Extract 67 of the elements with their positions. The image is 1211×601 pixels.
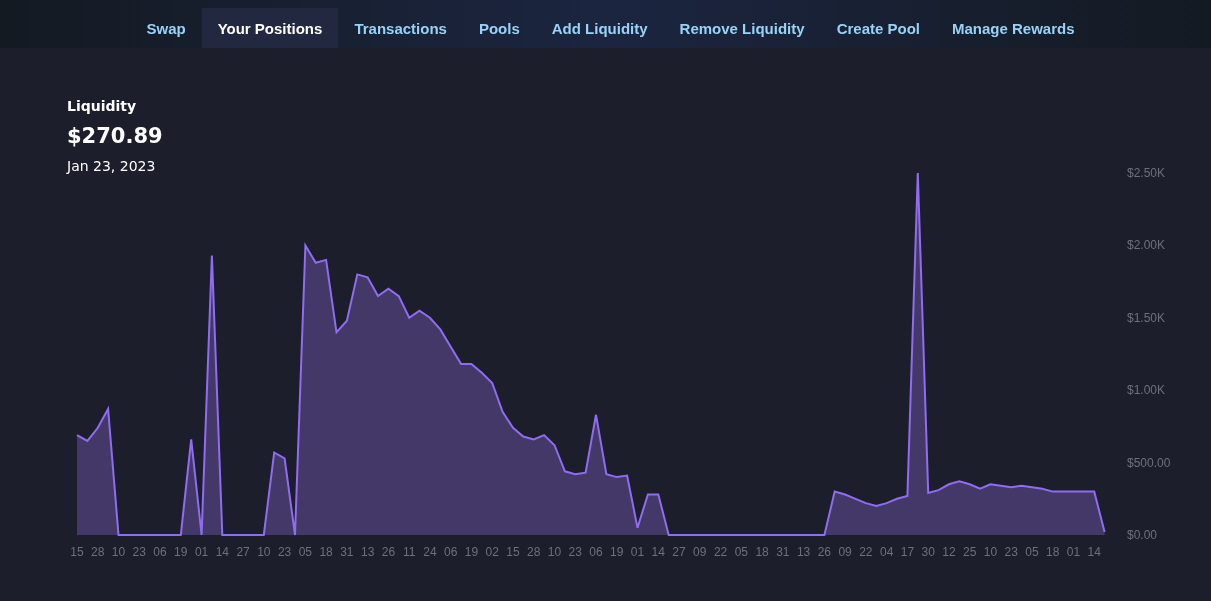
x-axis-label: 05: [734, 545, 748, 559]
x-axis-label: 17: [900, 545, 915, 559]
x-axis-label: 18: [319, 545, 333, 559]
x-axis-label: 04: [879, 545, 894, 559]
liquidity-value: $270.89: [67, 124, 163, 148]
x-axis-label: 11: [402, 545, 416, 559]
y-axis-label: $2.00K: [1127, 238, 1166, 253]
x-axis-label: 14: [651, 545, 665, 559]
x-axis-label: 23: [568, 545, 582, 559]
x-axis-label: 19: [610, 545, 624, 559]
x-axis-label: 06: [589, 545, 603, 559]
x-axis-label: 19: [464, 545, 479, 559]
x-axis-label: 05: [298, 545, 313, 559]
x-axis-label: 27: [672, 545, 686, 559]
x-axis-label: 14: [1087, 545, 1101, 559]
x-axis-label: 26: [381, 545, 396, 559]
x-axis-label: 23: [132, 545, 146, 559]
x-axis-label: 01: [630, 545, 645, 559]
x-axis-label: 13: [360, 545, 375, 559]
nav-tab[interactable]: Manage Rewards: [936, 8, 1091, 48]
x-axis-label: 09: [838, 545, 852, 559]
y-axis-label: $0.00: [1127, 528, 1158, 542]
x-axis-label: 27: [236, 545, 250, 559]
x-axis-label: 15: [70, 545, 84, 559]
x-axis-label: 18: [755, 545, 769, 559]
x-axis-label: 19: [174, 545, 188, 559]
x-axis-label: 14: [215, 545, 229, 559]
x-axis-label: 25: [963, 545, 977, 559]
x-axis-label: 10: [111, 545, 126, 559]
y-axis-label: $2.50K: [1127, 166, 1166, 180]
x-axis-label: 26: [817, 545, 832, 559]
x-axis-label: 01: [194, 545, 209, 559]
x-axis-label: 06: [444, 545, 458, 559]
liquidity-label: Liquidity: [67, 98, 138, 114]
x-axis-label: 10: [257, 545, 271, 559]
liquidity-date: Jan 23, 2023: [67, 158, 157, 174]
x-axis-label: 23: [277, 545, 292, 559]
x-axis-label: 12: [942, 545, 956, 559]
x-axis-label: 18: [1046, 545, 1060, 559]
x-axis-label: 31: [340, 545, 354, 559]
nav-tab[interactable]: Swap: [130, 8, 202, 48]
x-axis-label: 22: [713, 545, 728, 559]
x-axis-label: 23: [1004, 545, 1018, 559]
x-axis-label: 02: [485, 545, 499, 559]
nav-tab[interactable]: Your Positions: [201, 8, 339, 48]
x-axis-label: 22: [859, 545, 873, 559]
nav-tab[interactable]: Remove Liquidity: [663, 8, 821, 48]
x-axis-label: 28: [91, 545, 105, 559]
x-axis-label: 31: [776, 545, 790, 559]
x-axis-label: 05: [1025, 545, 1039, 559]
x-axis-label: 09: [693, 545, 707, 559]
x-axis-label: 24: [423, 545, 437, 559]
nav-tab[interactable]: Pools: [462, 8, 536, 48]
nav-tab[interactable]: Create Pool: [820, 8, 936, 48]
x-axis-label: 10: [983, 545, 998, 559]
y-axis-label: $1.00K: [1127, 383, 1166, 398]
x-axis-label: 06: [153, 545, 167, 559]
x-axis-label: 15: [506, 545, 520, 559]
y-axis-label: $1.50K: [1127, 310, 1166, 325]
nav-tab[interactable]: Add Liquidity: [535, 8, 664, 48]
x-axis-label: 28: [527, 545, 541, 559]
x-axis-label: 10: [547, 545, 562, 559]
nav-tab[interactable]: Transactions: [338, 8, 463, 48]
x-axis-label: 01: [1066, 545, 1081, 559]
y-axis-label: $500.00: [1127, 455, 1171, 470]
x-axis-label: 30: [921, 545, 935, 559]
x-axis-label: 13: [796, 545, 811, 559]
